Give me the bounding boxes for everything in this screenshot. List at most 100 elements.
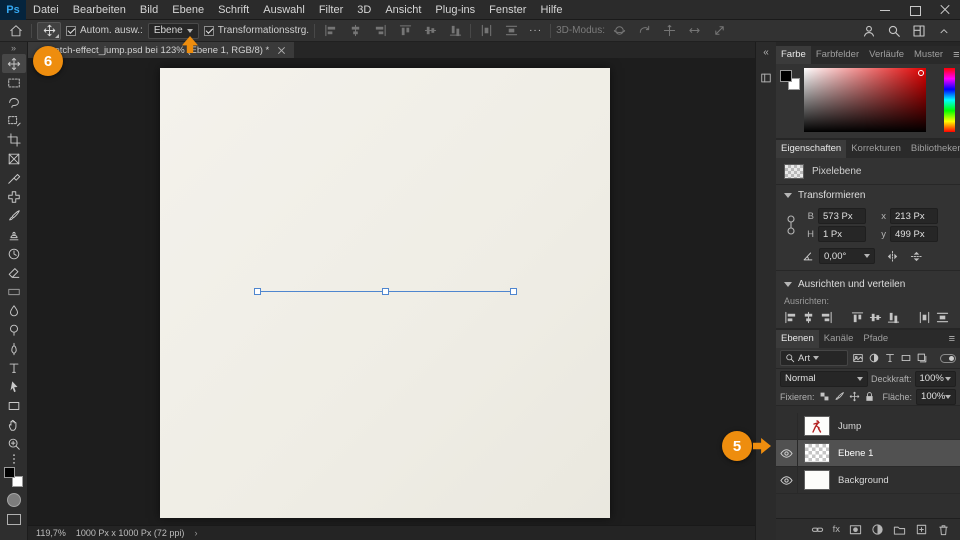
3d-orbit-icon[interactable] <box>610 22 630 40</box>
3d-pan-icon[interactable] <box>660 22 680 40</box>
menu-bild[interactable]: Bild <box>133 0 165 20</box>
fill-dropdown[interactable]: 100% <box>916 388 957 405</box>
layer-name[interactable]: Background <box>838 475 889 486</box>
layer-effects-icon[interactable]: fx <box>833 524 840 535</box>
height-field[interactable]: 1 Px <box>818 226 866 242</box>
tab-close-icon[interactable] <box>277 46 286 55</box>
align-center-horizontal-icon[interactable] <box>802 311 815 324</box>
panel-menu-icon[interactable]: ≡ <box>944 330 960 348</box>
align-center-horizontal-icon[interactable] <box>345 22 365 40</box>
canvas-area[interactable] <box>28 58 755 525</box>
lock-position-icon[interactable] <box>849 391 860 402</box>
transform-controls-checkbox[interactable]: Transformationsstrg. <box>203 25 309 36</box>
align-right-icon[interactable] <box>820 311 833 324</box>
distribute-horizontal-icon[interactable] <box>476 22 496 40</box>
libraries-panel-icon[interactable] <box>760 72 772 84</box>
screen-mode-icon[interactable] <box>6 514 21 525</box>
brush-tool[interactable] <box>2 206 26 225</box>
menu-3d[interactable]: 3D <box>350 0 378 20</box>
maximize-icon[interactable] <box>900 0 930 20</box>
eyedropper-tool[interactable] <box>2 168 26 187</box>
more-options-button[interactable]: ··· <box>526 25 545 36</box>
align-top-icon[interactable] <box>395 22 415 40</box>
blur-tool[interactable] <box>2 301 26 320</box>
healing-brush-tool[interactable] <box>2 187 26 206</box>
hand-tool[interactable] <box>2 415 26 434</box>
distribute-vertical-icon[interactable] <box>501 22 521 40</box>
transform-section-header[interactable]: Transformieren <box>776 185 960 205</box>
transform-handle-center[interactable] <box>382 288 389 295</box>
layer-thumbnail[interactable] <box>804 470 830 490</box>
path-selection-tool[interactable] <box>2 377 26 396</box>
color-cursor-icon[interactable] <box>918 70 924 76</box>
y-field[interactable]: 499 Px <box>890 226 938 242</box>
status-chevron-icon[interactable]: › <box>194 528 197 538</box>
transform-handle-right[interactable] <box>510 288 517 295</box>
link-dimensions-icon[interactable] <box>786 210 796 240</box>
align-left-icon[interactable] <box>320 22 340 40</box>
filter-pixel-layers-icon[interactable] <box>852 352 864 364</box>
flip-vertical-icon[interactable] <box>910 250 923 263</box>
distribute-vertical-icon[interactable] <box>936 311 949 324</box>
saturation-brightness-field[interactable] <box>804 68 926 132</box>
chevron-up-icon[interactable] <box>934 22 954 40</box>
align-bottom-icon[interactable] <box>887 311 900 324</box>
align-bottom-icon[interactable] <box>445 22 465 40</box>
close-icon[interactable] <box>930 0 960 20</box>
width-field[interactable]: 573 Px <box>818 208 866 224</box>
lock-all-icon[interactable] <box>864 391 875 402</box>
layer-name[interactable]: Jump <box>838 421 861 432</box>
hue-slider[interactable] <box>944 68 955 132</box>
zoom-level[interactable]: 119,7% <box>36 528 66 538</box>
checkbox-icon[interactable] <box>66 25 76 36</box>
menu-ebene[interactable]: Ebene <box>165 0 211 20</box>
lasso-tool[interactable] <box>2 92 26 111</box>
shape-tool[interactable] <box>2 396 26 415</box>
document-tab[interactable]: ...stretch-effect_jump.psd bei 123% (Ebe… <box>28 42 295 58</box>
menu-schrift[interactable]: Schrift <box>211 0 256 20</box>
foreground-color-swatch[interactable] <box>780 70 792 82</box>
move-tool-preset-icon[interactable] <box>37 21 61 40</box>
link-layers-icon[interactable] <box>811 523 824 536</box>
tab-verlaeufe[interactable]: Verläufe <box>864 46 909 64</box>
blend-mode-dropdown[interactable]: Normal <box>780 370 868 387</box>
move-tool[interactable] <box>1 54 26 73</box>
layer-row-jump[interactable]: Jump <box>776 413 960 440</box>
filter-type-dropdown[interactable]: Art <box>780 350 848 366</box>
crop-tool[interactable] <box>2 130 26 149</box>
workspace-switcher-icon[interactable] <box>909 22 929 40</box>
gradient-tool[interactable] <box>2 282 26 301</box>
align-left-icon[interactable] <box>784 311 797 324</box>
quick-mask-icon[interactable] <box>6 493 21 507</box>
align-top-icon[interactable] <box>851 311 864 324</box>
rotation-field[interactable]: 0,00° <box>819 248 875 264</box>
menu-ansicht[interactable]: Ansicht <box>378 0 428 20</box>
history-brush-tool[interactable] <box>2 244 26 263</box>
checkbox-icon[interactable] <box>203 25 214 36</box>
home-icon[interactable] <box>6 22 26 40</box>
edit-toolbar-icon[interactable] <box>2 453 26 465</box>
tab-farbfelder[interactable]: Farbfelder <box>811 46 864 64</box>
auto-select-target-dropdown[interactable]: Ebene <box>147 22 199 39</box>
dock-collapse-icon[interactable]: « <box>763 48 769 58</box>
layer-thumbnail[interactable] <box>804 416 830 436</box>
menu-datei[interactable]: Datei <box>26 0 66 20</box>
visibility-toggle-on[interactable] <box>776 440 798 466</box>
opacity-dropdown[interactable]: 100% <box>914 370 956 387</box>
eraser-tool[interactable] <box>2 263 26 282</box>
align-middle-icon[interactable] <box>420 22 440 40</box>
marquee-tool[interactable] <box>2 73 26 92</box>
tab-bibliotheken[interactable]: Bibliotheken <box>906 140 960 158</box>
transform-handle-left[interactable] <box>254 288 261 295</box>
layer-thumbnail[interactable] <box>804 443 830 463</box>
object-selection-tool[interactable] <box>2 111 26 130</box>
3d-scale-icon[interactable] <box>710 22 730 40</box>
foreground-background-swatches[interactable] <box>780 70 800 90</box>
toolbar-collapse-icon[interactable]: » <box>11 42 16 54</box>
dodge-tool[interactable] <box>2 320 26 339</box>
filter-toggle-switch[interactable] <box>940 353 956 363</box>
foreground-background-swatches[interactable] <box>4 467 23 487</box>
delete-layer-icon[interactable] <box>937 523 950 536</box>
panel-menu-icon[interactable]: ≡ <box>948 46 960 64</box>
photoshop-logo[interactable]: Ps <box>0 0 26 20</box>
